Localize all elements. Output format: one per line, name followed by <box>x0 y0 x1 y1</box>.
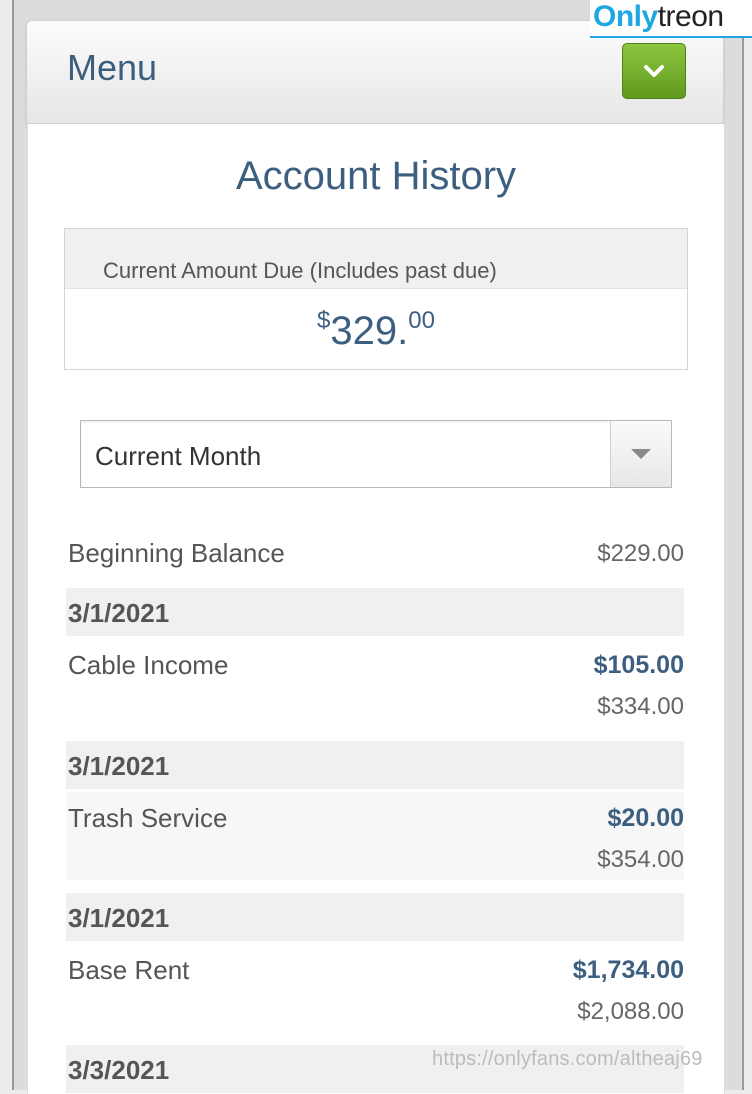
beginning-balance-label: Beginning Balance <box>68 538 285 568</box>
transaction-amount: $1,734.00 <box>572 956 684 984</box>
amount-due-currency: $ <box>317 307 331 334</box>
page-title: Account History <box>235 154 517 198</box>
chevron-down-icon <box>644 65 664 77</box>
logo-part-two: treon <box>657 0 724 33</box>
running-balance: $334.00 <box>597 693 684 720</box>
logo-part-one: Only <box>593 0 658 33</box>
watermark-url: https://onlyfans.com/altheaj69 <box>432 1048 703 1070</box>
period-select-toggle[interactable] <box>610 421 671 487</box>
transaction-date-row: 3/1/2021 <box>66 893 684 941</box>
transaction-description: Base Rent <box>68 955 190 985</box>
logo-underline <box>590 36 752 38</box>
transaction-row: Base Rent $1,734.00 $2,088.00 <box>66 953 684 1033</box>
transaction-date: 3/1/2021 <box>68 598 170 628</box>
amount-due-value: $329.00 <box>65 307 687 353</box>
period-select[interactable]: Current Month <box>80 420 672 488</box>
period-select-value: Current Month <box>95 441 262 471</box>
amount-due-label: Current Amount Due (Includes past due) <box>103 258 497 283</box>
transaction-description: Cable Income <box>68 650 229 680</box>
transaction-date: 3/1/2021 <box>68 751 170 781</box>
amount-due-card: Current Amount Due (Includes past due) $… <box>64 228 688 370</box>
transaction-description: Trash Service <box>68 803 228 833</box>
amount-due-cents: 00 <box>408 307 435 334</box>
transaction-amount: $105.00 <box>593 651 684 679</box>
amount-due-whole: 329. <box>330 309 409 353</box>
transaction-date-row: 3/1/2021 <box>66 588 684 636</box>
transaction-date: 3/3/2021 <box>68 1055 170 1085</box>
beginning-balance-row: Beginning Balance $229.00 <box>66 536 684 576</box>
transaction-amount: $20.00 <box>607 804 684 832</box>
beginning-balance-amount: $229.00 <box>597 540 684 567</box>
caret-down-icon <box>631 449 651 459</box>
running-balance: $354.00 <box>597 846 684 873</box>
onlytreon-logo: Onlytreon <box>590 0 752 36</box>
menu-toggle-button[interactable] <box>622 43 686 99</box>
transaction-row: Trash Service $20.00 $354.00 <box>66 801 684 881</box>
transaction-row: Cable Income $105.00 $334.00 <box>66 648 684 728</box>
running-balance: $2,088.00 <box>577 998 684 1025</box>
menu-title[interactable]: Menu <box>67 47 157 89</box>
transaction-date: 3/1/2021 <box>68 903 170 933</box>
transaction-date-row: 3/1/2021 <box>66 741 684 789</box>
